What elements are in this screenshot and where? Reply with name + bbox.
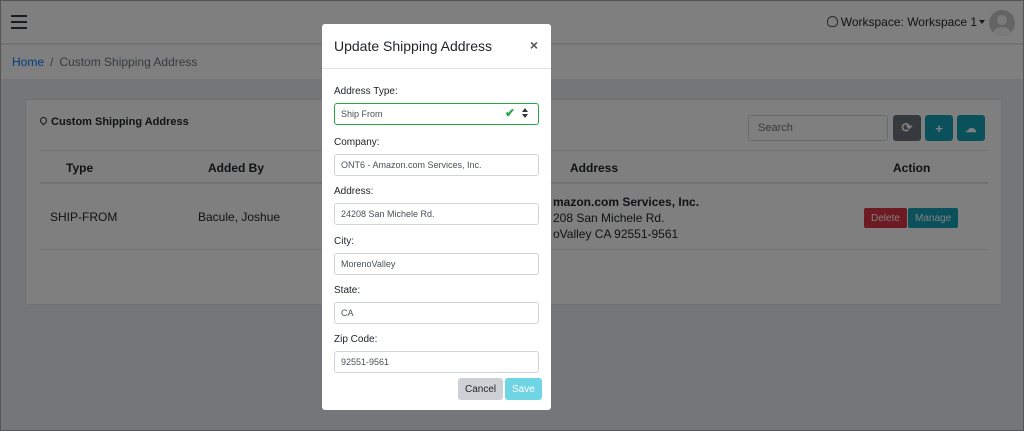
cancel-button[interactable]: Cancel <box>458 378 504 400</box>
company-label: Company: <box>334 137 380 148</box>
sort-arrows-icon <box>522 108 529 120</box>
zip-code-field: Zip Code: <box>334 334 539 373</box>
address-input[interactable] <box>334 203 539 225</box>
state-field: State: <box>334 285 539 324</box>
state-input[interactable] <box>334 302 539 324</box>
address-field: Address: <box>334 186 539 225</box>
address-type-value: Ship From <box>341 109 383 119</box>
zip-code-input[interactable] <box>334 351 539 373</box>
address-type-field: Address Type: Ship From ✔ <box>334 86 539 125</box>
company-field: Company: <box>334 137 539 176</box>
company-input[interactable] <box>334 154 539 176</box>
state-label: State: <box>334 285 361 296</box>
address-label: Address: <box>334 186 374 197</box>
check-icon: ✔ <box>504 106 515 120</box>
modal-title: Update Shipping Address <box>334 38 492 54</box>
zip-code-label: Zip Code: <box>334 334 378 345</box>
modal-header: Update Shipping Address × <box>322 24 551 69</box>
address-type-select[interactable]: Ship From ✔ <box>334 103 539 125</box>
save-button[interactable]: Save <box>505 378 542 400</box>
city-field: City: <box>334 236 539 275</box>
city-input[interactable] <box>334 253 539 275</box>
close-icon[interactable]: × <box>530 37 538 53</box>
address-type-label: Address Type: <box>334 86 398 97</box>
city-label: City: <box>334 236 354 247</box>
update-shipping-address-modal: Update Shipping Address × Address Type: … <box>322 24 551 410</box>
